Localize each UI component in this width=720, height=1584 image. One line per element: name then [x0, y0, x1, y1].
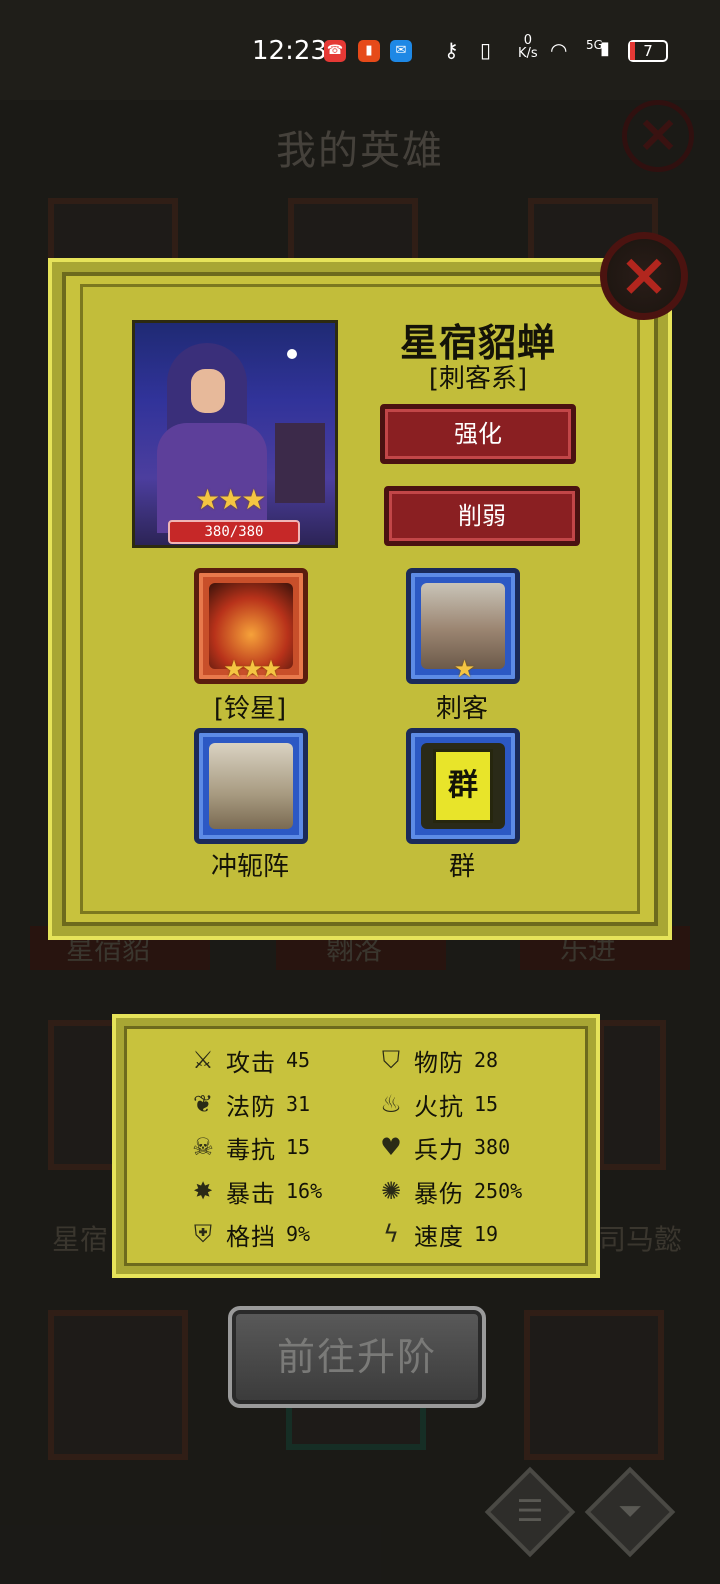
attack-icon: ⚔	[192, 1046, 214, 1074]
stat-poison-resist: ☠ 毒抗 15	[186, 1131, 310, 1164]
strengthen-button[interactable]: 强化	[380, 404, 576, 464]
skill-label: 刺客	[435, 694, 488, 724]
skill-star-rating: ★★★	[223, 655, 282, 683]
signal-icon: ▮	[600, 38, 610, 59]
skill-tile-formation[interactable]	[194, 728, 308, 844]
crit-damage-icon: ✺	[380, 1177, 402, 1205]
stat-troops: ♥ 兵力 380	[374, 1131, 510, 1164]
formation-icon	[209, 743, 293, 829]
skill-label: 冲轭阵	[210, 852, 289, 882]
upgrade-button[interactable]: 前往升阶	[228, 1306, 486, 1408]
strengthen-label: 强化	[454, 420, 502, 448]
fire-resist-icon: ♨	[380, 1090, 402, 1118]
hero-class: [刺客系]	[428, 364, 528, 394]
skill-tile-faction[interactable]: 群	[406, 728, 520, 844]
weaken-button[interactable]: 削弱	[384, 486, 580, 546]
close-button[interactable]: ×	[600, 232, 688, 320]
stat-crit: ✸ 暴击 16%	[186, 1175, 322, 1208]
tower-decoration	[275, 423, 325, 503]
stat-attack: ⚔ 攻击 45	[186, 1044, 310, 1077]
troops-icon: ♥	[380, 1133, 402, 1161]
key-icon: ⚷	[444, 38, 459, 62]
hero-hp-bar: 380/380	[168, 520, 300, 544]
status-bar: 12:23 ☎ ▮ ✉ ⚷ ▯ 0 K/s ◠ 5G ▮ 7	[0, 0, 720, 100]
close-icon: ×	[618, 240, 670, 310]
skill-label: 群	[448, 852, 475, 882]
skill-label: [铃星]	[213, 694, 287, 724]
wifi-icon: ◠	[550, 38, 568, 62]
message-icon: ✉	[390, 40, 412, 62]
stat-speed: ϟ 速度 19	[374, 1218, 498, 1251]
faction-flag: 群	[433, 749, 493, 823]
vibrate-icon: ▯	[480, 38, 492, 62]
physical-defense-icon: ⛉	[382, 1046, 400, 1074]
hero-star-rating: ★★★	[195, 483, 266, 516]
hero-portrait[interactable]: ★★★	[132, 320, 338, 548]
speed-icon: ϟ	[383, 1220, 399, 1248]
skill-star-rating: ★	[453, 655, 476, 683]
stat-fire-resist: ♨ 火抗 15	[374, 1088, 498, 1121]
filter-icon: ⏷	[618, 1494, 642, 1529]
faction-banner-icon: 群	[421, 743, 505, 829]
crit-icon: ✸	[192, 1177, 214, 1205]
net-speed: 0 K/s	[518, 33, 538, 61]
status-time: 12:23	[252, 36, 327, 66]
missed-call-icon: ☎	[324, 40, 346, 62]
stat-crit-damage: ✺ 暴伤 250%	[374, 1175, 522, 1208]
weaken-label: 削弱	[458, 502, 506, 530]
moon-decoration	[287, 349, 297, 359]
block-icon: ⛨	[194, 1220, 212, 1248]
portrait-body	[157, 423, 267, 533]
stat-magic-defense: ❦ 法防 31	[186, 1088, 310, 1121]
skill-tile-assassin[interactable]: ★	[406, 568, 520, 684]
skill-tile-bells[interactable]: ★★★	[194, 568, 308, 684]
magic-defense-icon: ❦	[192, 1090, 214, 1118]
app-notification-icon: ▮	[358, 40, 380, 62]
battery-icon: 7	[628, 40, 668, 62]
poison-resist-icon: ☠	[192, 1133, 214, 1161]
list-icon: ☰	[516, 1494, 544, 1529]
stat-block: ⛨ 格挡 9%	[186, 1218, 310, 1251]
stat-physical-defense: ⛉ 物防 28	[374, 1044, 498, 1077]
portrait-face	[191, 369, 225, 413]
upgrade-label: 前往升阶	[276, 1335, 437, 1379]
